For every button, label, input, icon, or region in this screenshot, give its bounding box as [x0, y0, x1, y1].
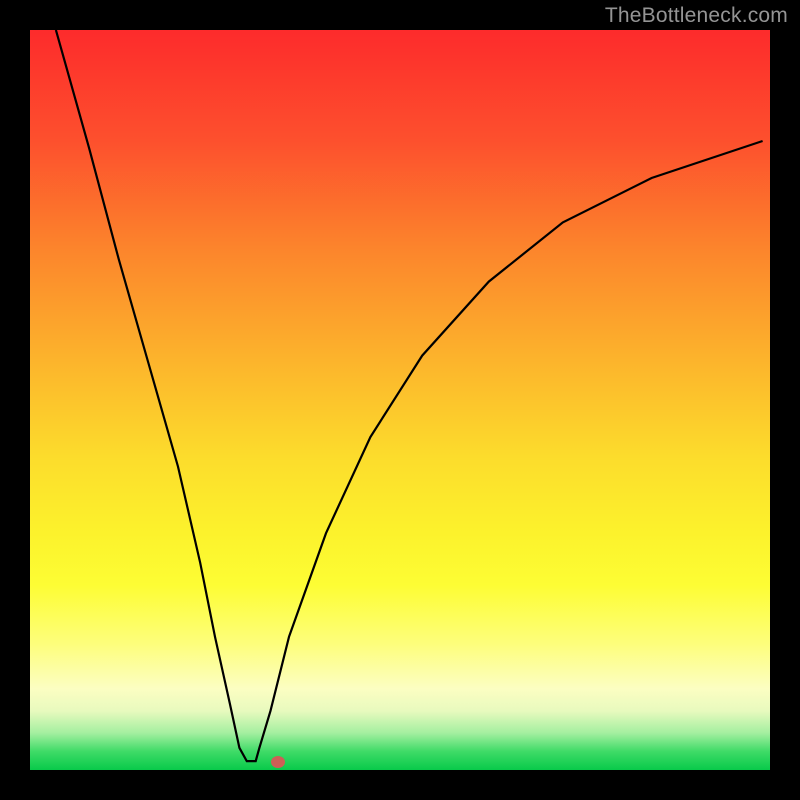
watermark-text: TheBottleneck.com: [605, 4, 788, 28]
plot-area: [30, 30, 770, 770]
curve-minimum-marker: [271, 756, 285, 768]
